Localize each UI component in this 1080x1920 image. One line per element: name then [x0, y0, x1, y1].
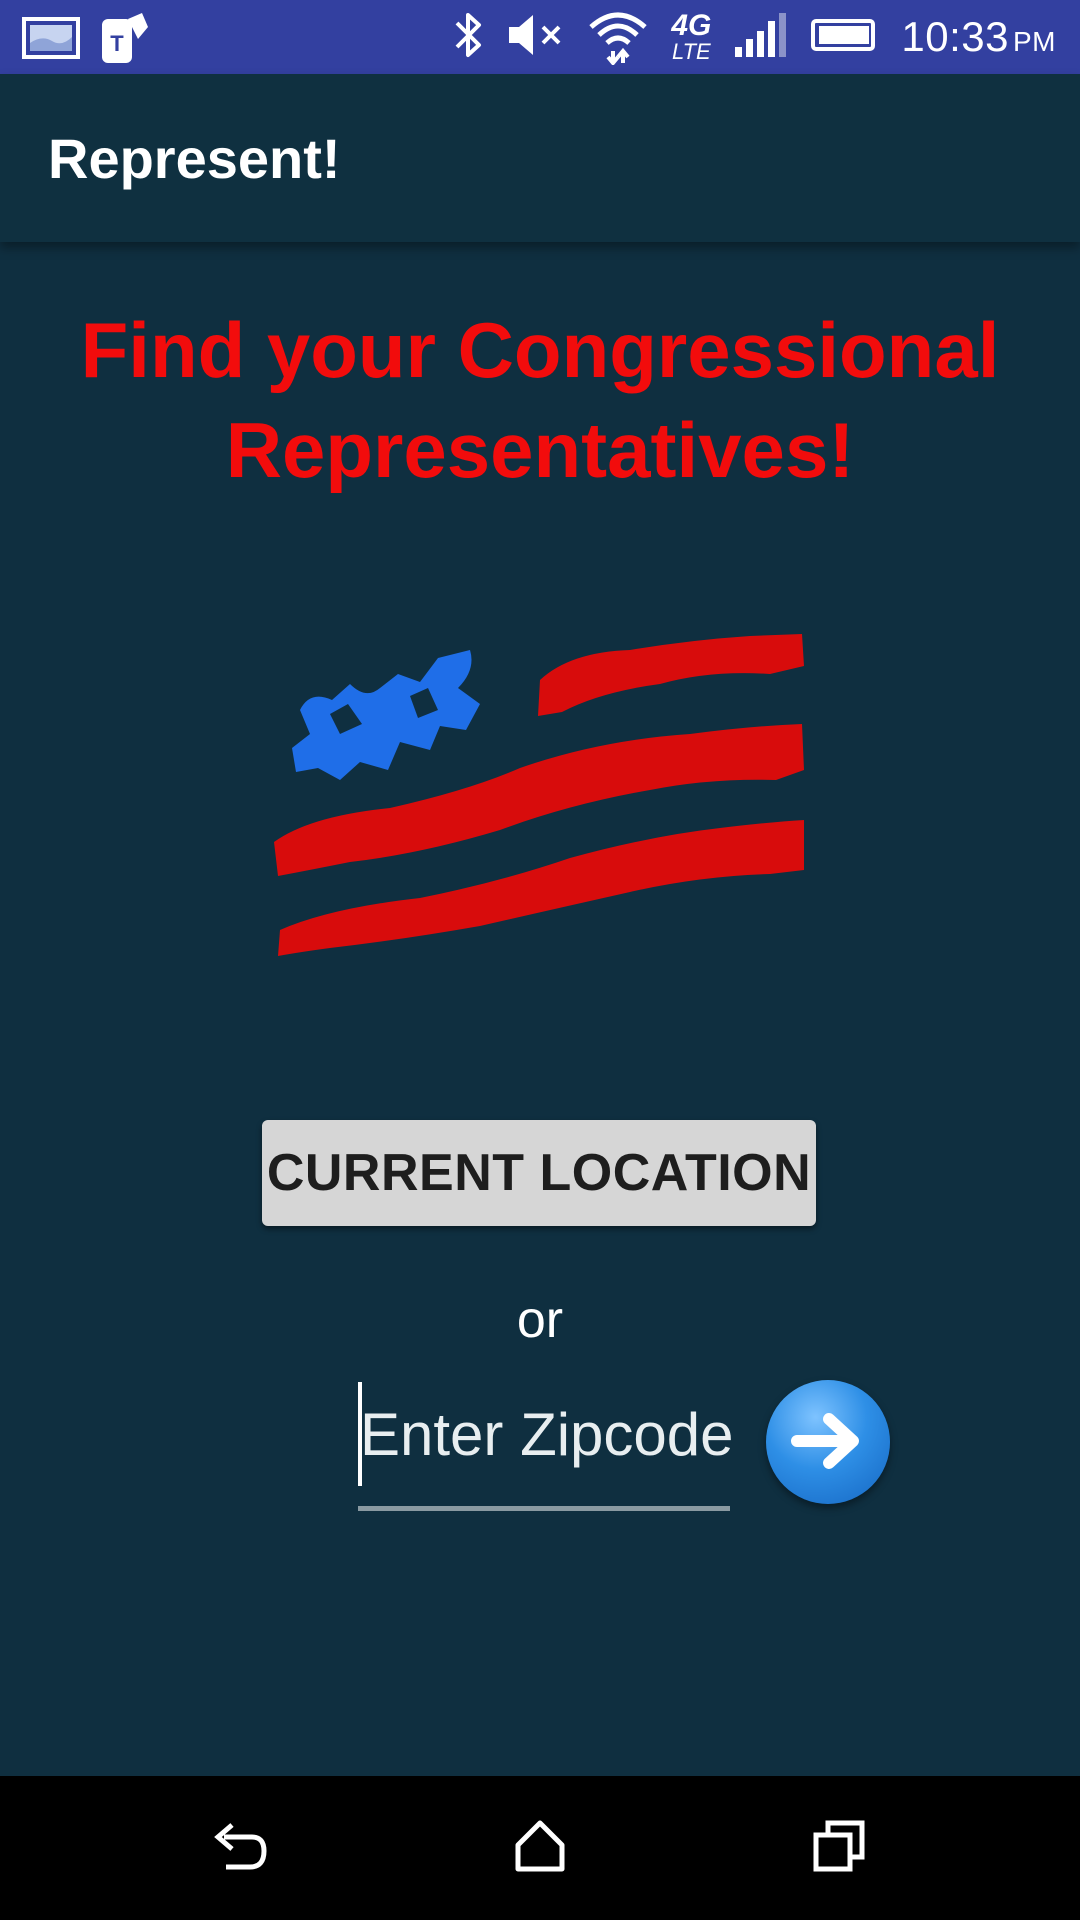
arrow-right-icon	[791, 1411, 865, 1474]
headline-line-1: Find your Congressional	[80, 306, 1000, 394]
text-cursor	[358, 1382, 362, 1486]
recents-button[interactable]	[804, 1812, 876, 1884]
tmobile-app-icon: T	[98, 9, 152, 72]
battery-icon	[809, 17, 879, 58]
screen: T 4G LTE 10:33 PM Represent! Find your C…	[0, 0, 1080, 1920]
app-title: Represent!	[48, 127, 341, 190]
app-bar: Represent!	[0, 74, 1080, 242]
us-flag-icon	[270, 630, 810, 960]
network-sub-label: LTE	[672, 39, 711, 64]
clock: 10:33 PM	[901, 13, 1056, 61]
home-icon	[512, 1819, 568, 1878]
current-location-button[interactable]: CURRENT LOCATION	[262, 1120, 816, 1226]
recents-icon	[812, 1819, 868, 1878]
status-bar-system: 4G LTE 10:33 PM	[451, 0, 1056, 74]
headline: Find your Congressional Representatives!	[40, 300, 1040, 500]
or-label: or	[516, 1291, 564, 1349]
status-bar-notifications: T	[22, 12, 152, 68]
status-bar: T 4G LTE 10:33 PM	[0, 0, 1080, 74]
image-notification-icon	[22, 16, 80, 64]
clock-ampm: PM	[1013, 26, 1056, 57]
network-4g-lte-icon: 4G LTE	[671, 11, 711, 63]
zipcode-input[interactable]	[358, 1380, 732, 1488]
volume-muted-icon	[507, 11, 565, 64]
signal-strength-icon	[733, 11, 789, 64]
wifi-icon	[587, 5, 649, 70]
navigation-bar	[0, 1776, 1080, 1920]
home-button[interactable]	[504, 1812, 576, 1884]
bluetooth-icon	[451, 7, 485, 68]
clock-time: 10:33	[901, 13, 1009, 60]
back-icon	[210, 1819, 270, 1878]
headline-line-2: Representatives!	[225, 406, 855, 494]
submit-zipcode-button[interactable]	[766, 1380, 890, 1504]
back-button[interactable]	[204, 1812, 276, 1884]
zipcode-field	[358, 1380, 732, 1512]
network-type-label: 4G	[671, 9, 712, 42]
svg-text:T: T	[110, 31, 124, 56]
zipcode-underline	[358, 1506, 730, 1511]
